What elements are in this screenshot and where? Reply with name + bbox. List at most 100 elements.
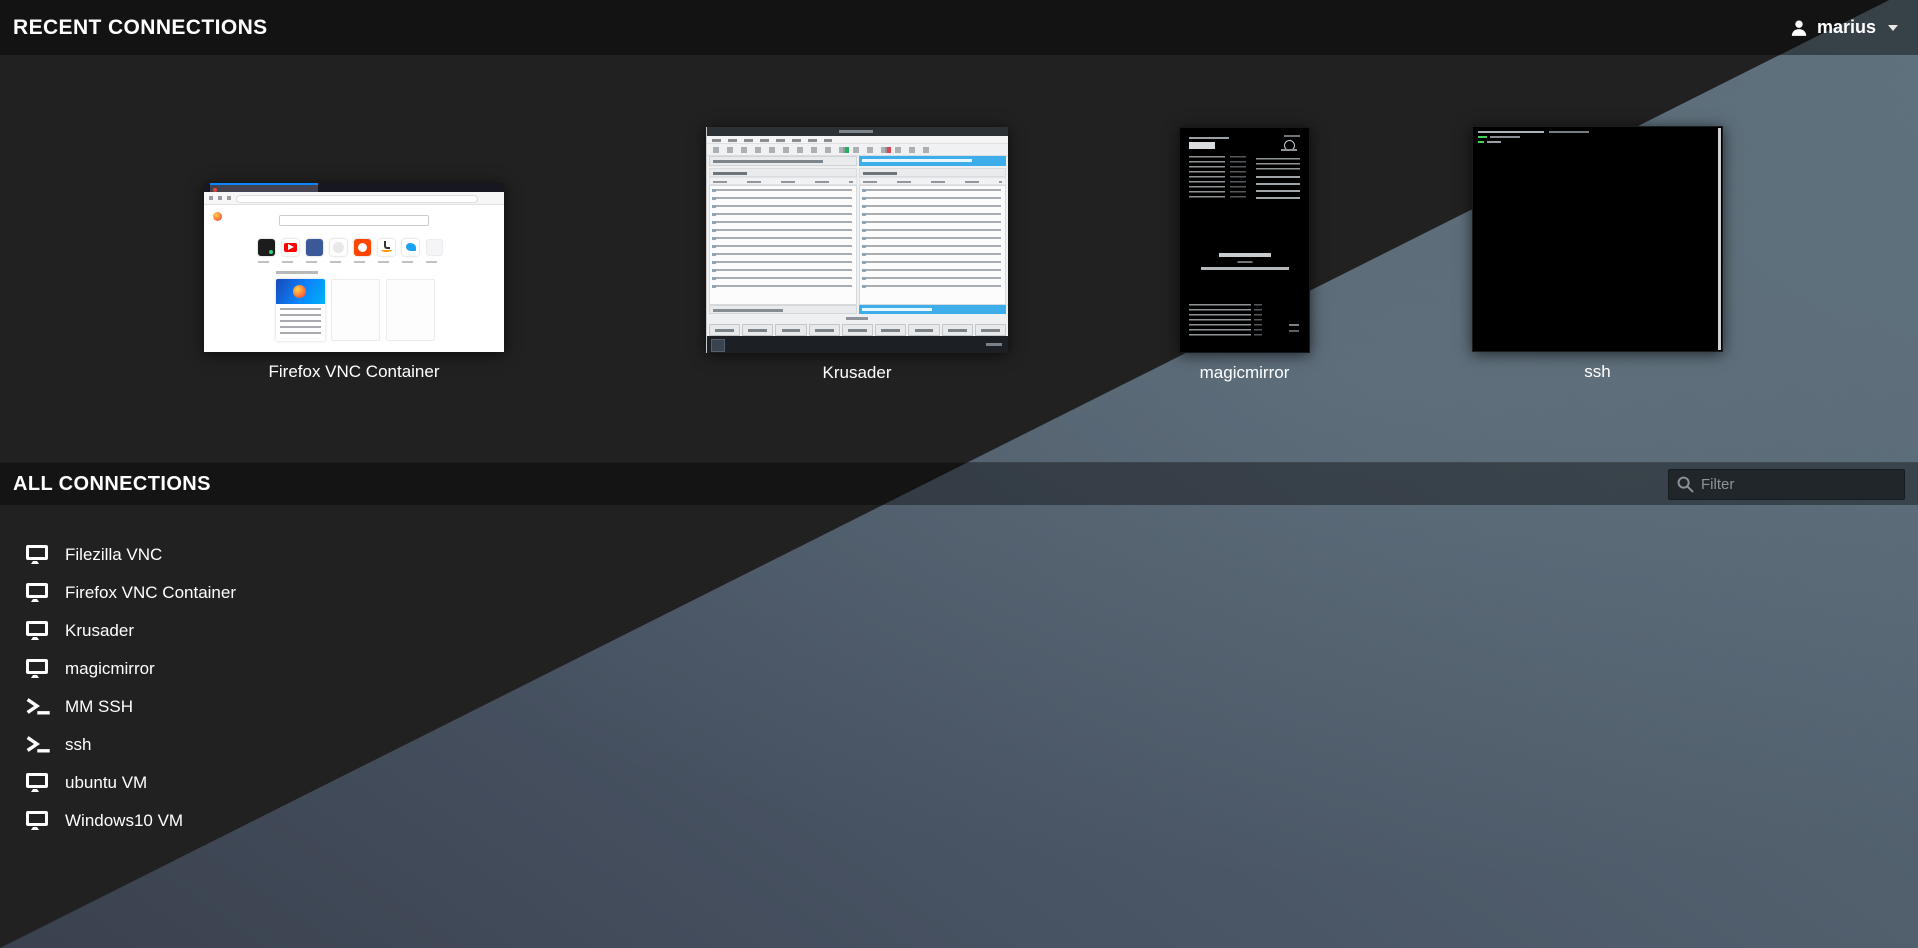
firefox-nav-buttons	[209, 196, 231, 200]
recent-connection-firefox-vnc-container[interactable]: Firefox VNC Container	[204, 183, 504, 352]
tile-captions	[258, 261, 443, 263]
krusader-user-row	[709, 314, 1006, 323]
user-icon	[1790, 19, 1808, 37]
mm-calendar-times	[1230, 156, 1246, 198]
terminal-prompt-green	[1478, 141, 1484, 143]
mm-compliment-sub	[1237, 261, 1252, 263]
pocket-card-text	[280, 308, 321, 336]
krusader-menu-bar	[707, 136, 1008, 144]
recent-connection-label: Firefox VNC Container	[268, 362, 439, 382]
user-menu-button[interactable]: marius	[1790, 17, 1898, 38]
right-pane-header	[859, 168, 1006, 177]
monitor-icon	[25, 582, 51, 604]
right-pane-columns	[859, 177, 1006, 185]
connection-label: Firefox VNC Container	[65, 583, 236, 603]
ssh-terminal-thumbnail	[1472, 126, 1723, 352]
krusader-left-address-bar	[709, 156, 857, 166]
connection-item-filezilla-vnc[interactable]: Filezilla VNC	[0, 536, 600, 574]
fkey-button	[942, 324, 973, 336]
function-key-buttons	[709, 324, 1006, 336]
all-connections-title: ALL CONNECTIONS	[13, 473, 211, 496]
youtube-tile	[282, 239, 299, 256]
recent-connection-ssh[interactable]: ssh	[1472, 126, 1723, 352]
firefox-url-field	[236, 195, 478, 203]
youtube-play-icon	[288, 244, 294, 250]
connection-list: Filezilla VNC Firefox VNC Container Krus…	[0, 536, 600, 840]
mm-month-calendar	[1256, 176, 1300, 200]
firefox-newtab-page	[204, 205, 504, 352]
firefox-tab-bar	[204, 183, 504, 192]
terminal-tile	[258, 239, 275, 256]
desktop-taskbar	[707, 336, 1008, 353]
mm-date-line	[1189, 137, 1229, 139]
recent-connection-magicmirror[interactable]: magicmirror	[1179, 127, 1310, 353]
mm-clock	[1189, 142, 1215, 149]
mm-news-values	[1254, 304, 1262, 336]
connection-label: ssh	[65, 735, 91, 755]
pocket-card-placeholder	[386, 279, 435, 341]
mm-calendar-events	[1189, 156, 1225, 198]
connection-item-magicmirror[interactable]: magicmirror	[0, 650, 600, 688]
connection-item-ssh[interactable]: ssh	[0, 726, 600, 764]
toolbar-green-icon	[843, 147, 849, 153]
file-icons-column	[712, 189, 716, 293]
krusader-right-address-bar-selected	[859, 156, 1006, 166]
fkey-button	[842, 324, 873, 336]
empty-tile	[426, 239, 443, 256]
amazon-tile	[378, 239, 395, 256]
page-title: RECENT CONNECTIONS	[13, 16, 268, 40]
mm-weather-temp	[1284, 135, 1300, 137]
fkey-button	[709, 324, 740, 336]
terminal-green-dot	[269, 250, 273, 254]
connection-item-mm-ssh[interactable]: MM SSH	[0, 688, 600, 726]
monitor-icon	[25, 810, 51, 832]
terminal-text-line	[1490, 136, 1520, 138]
connection-label: ubuntu VM	[65, 773, 147, 793]
recent-connection-label: ssh	[1584, 362, 1610, 382]
connection-label: Filezilla VNC	[65, 545, 162, 565]
wikipedia-tile	[330, 239, 347, 256]
pocket-card-image	[276, 279, 325, 304]
connection-item-firefox-vnc-container[interactable]: Firefox VNC Container	[0, 574, 600, 612]
pocket-card	[276, 279, 325, 341]
mm-footer-text	[1289, 324, 1299, 326]
fkey-button	[875, 324, 906, 336]
connection-item-windows10-vm[interactable]: Windows10 VM	[0, 802, 600, 840]
connection-item-ubuntu-vm[interactable]: ubuntu VM	[0, 764, 600, 802]
fkey-button	[975, 324, 1006, 336]
monitor-icon	[25, 544, 51, 566]
mm-weather-icon	[1284, 140, 1295, 151]
mm-footer-text2	[1289, 330, 1299, 332]
filter-input[interactable]	[1668, 469, 1905, 500]
firefox-active-tab	[210, 183, 318, 192]
connection-label: Krusader	[65, 621, 134, 641]
twitter-bird	[406, 243, 416, 251]
connection-label: magicmirror	[65, 659, 155, 679]
terminal-icon	[25, 734, 51, 756]
right-pane-status-bar-selected	[859, 305, 1006, 314]
connection-item-krusader[interactable]: Krusader	[0, 612, 600, 650]
mm-news-table	[1189, 304, 1251, 336]
terminal-icon	[25, 696, 51, 718]
krusader-toolbar	[707, 144, 1008, 156]
recent-connection-label: magicmirror	[1200, 363, 1290, 383]
terminal-prompt-green	[1478, 136, 1487, 138]
file-icons-column	[862, 189, 866, 293]
connection-label: MM SSH	[65, 697, 133, 717]
monitor-icon	[25, 658, 51, 680]
twitter-tile	[402, 239, 419, 256]
krusader-thumbnail	[706, 127, 1008, 353]
fkey-button	[809, 324, 840, 336]
username-label: marius	[1817, 17, 1876, 38]
file-rows	[716, 189, 852, 293]
firefox-thumbnail	[204, 183, 504, 352]
recent-connection-label: Krusader	[823, 363, 892, 383]
krusader-title-bar	[707, 127, 1008, 136]
terminal-scrollbar	[1718, 128, 1721, 350]
all-connections-header-bar: ALL CONNECTIONS	[0, 462, 1918, 505]
fkey-button	[775, 324, 806, 336]
mm-forecast-rows	[1256, 158, 1300, 172]
magicmirror-thumbnail	[1179, 127, 1310, 353]
connection-label: Windows10 VM	[65, 811, 183, 831]
recent-connection-krusader[interactable]: Krusader	[706, 127, 1008, 353]
